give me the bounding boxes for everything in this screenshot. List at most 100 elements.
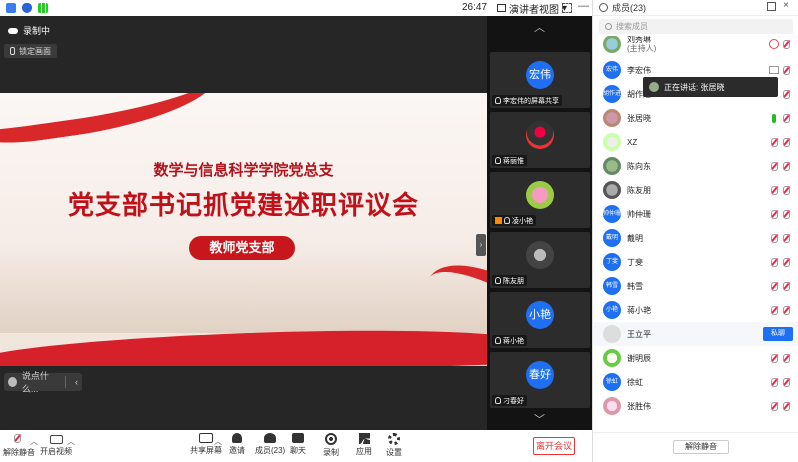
chevron-up-icon[interactable]: ︿ [30, 436, 38, 447]
video-tile[interactable]: 蒋丽惟 [490, 112, 590, 168]
member-name: XZ [627, 137, 638, 147]
camera-off-icon [781, 257, 791, 267]
add-user-icon [232, 433, 242, 443]
grid-icon [497, 4, 506, 12]
unmute-all-button[interactable]: 解除静音 [673, 440, 729, 454]
camera-off-icon [781, 113, 791, 123]
video-tile[interactable]: 陈友朋 [490, 232, 590, 288]
avatar [649, 82, 659, 92]
lock-label: 锁定画面 [19, 46, 51, 56]
strip-up-button[interactable]: ︿ [487, 18, 592, 38]
member-row[interactable]: 陈友朋 [593, 178, 798, 202]
member-search-input[interactable]: 搜索成员 [599, 19, 793, 34]
camera-off-icon [781, 353, 791, 363]
video-tile[interactable]: 宏伟 李宏伟的屏幕共享 [490, 52, 590, 108]
avatar [603, 157, 621, 175]
chevron-up-icon[interactable]: ︿ [214, 436, 222, 447]
member-name: 陈向东 [627, 161, 651, 171]
mic-off-icon [769, 305, 779, 315]
speaking-label: 正在讲话: 张居晓 [664, 82, 725, 92]
shield-icon[interactable] [22, 3, 32, 13]
panel-title: 成员(23) [612, 3, 647, 13]
member-name: 张胜伟 [627, 401, 651, 411]
comment-input[interactable]: 说点什么... ‹ [4, 371, 82, 394]
members-button[interactable]: 成员(23) [255, 433, 285, 456]
panel-footer: 解除静音 [593, 432, 798, 462]
avatar [603, 349, 621, 367]
mic-icon [495, 337, 501, 344]
video-tile[interactable]: 凌小艳 [490, 172, 590, 228]
search-placeholder: 搜索成员 [616, 22, 648, 31]
camera-off-icon [781, 377, 791, 387]
member-name: 帅仲珊 [627, 209, 651, 219]
mic-on-icon [772, 113, 776, 123]
camera-off-icon [49, 435, 63, 444]
avatar [603, 181, 621, 199]
camera-off-icon [781, 401, 791, 411]
member-name: 徐虹 [627, 377, 643, 387]
record-button[interactable]: 录制 [323, 433, 339, 458]
member-row[interactable]: 小艳 蒋小艳 [593, 298, 798, 322]
mic-off-icon [769, 401, 779, 411]
member-row[interactable]: 谢明辰 [593, 346, 798, 370]
member-row[interactable]: 张胜伟 [593, 394, 798, 418]
mic-off-icon [769, 377, 779, 387]
mic-off-icon [769, 161, 779, 171]
lock-view-button[interactable]: 锁定画面 [4, 44, 57, 58]
mic-icon [504, 217, 510, 224]
signal-icon[interactable] [38, 3, 48, 13]
leave-meeting-button[interactable]: 离开会议 [533, 437, 575, 455]
camera-off-icon [781, 209, 791, 219]
settings-button[interactable]: 设置 [386, 433, 402, 458]
camera-off-icon [781, 39, 791, 49]
camera-off-icon [781, 89, 791, 99]
tile-name: 李宏伟的屏幕共享 [492, 95, 562, 106]
member-name: 戴明 [627, 233, 643, 243]
member-row[interactable]: 王立平 私聊 [593, 322, 798, 346]
apps-button[interactable]: 应用 [356, 433, 372, 457]
meeting-timer: 26:47 [462, 2, 488, 13]
camera-off-icon [781, 305, 791, 315]
avatar: 宏伟 [526, 61, 554, 89]
chevron-left-icon[interactable]: ‹ [71, 377, 82, 387]
slide-org-label: 教师党支部 [189, 236, 295, 260]
member-row[interactable]: 戴明 戴明 [593, 226, 798, 250]
invite-button[interactable]: 邀请 [229, 433, 245, 456]
member-row[interactable]: 刘秀琳 (主持人) [593, 36, 798, 56]
slide-subtitle: 数学与信息科学学院党总支 [153, 161, 334, 179]
view-switch-button[interactable]: 演讲者视图 ▾ [497, 1, 567, 16]
pin-icon [10, 47, 15, 55]
private-chat-button[interactable]: 私聊 [763, 327, 793, 341]
chat-button[interactable]: 聊天 [290, 433, 306, 456]
member-name: 陈友朋 [627, 185, 651, 195]
tile-name: 刁春好 [492, 395, 527, 406]
collapse-strip-button[interactable]: › [476, 234, 486, 256]
top-bar: 26:47 演讲者视图 ▾ — [0, 0, 592, 16]
member-row[interactable]: 张居晓 [593, 106, 798, 130]
screen-share-icon [769, 66, 779, 74]
member-row[interactable]: 帅仲珊 帅仲珊 [593, 202, 798, 226]
chevron-up-icon[interactable]: ︿ [67, 436, 75, 447]
video-tile[interactable]: 小艳 蒋小艳 [490, 292, 590, 348]
member-name: 李宏伟 [627, 65, 651, 75]
emoji-icon[interactable] [8, 377, 17, 387]
minimize-icon[interactable]: — [578, 0, 589, 12]
info-icon[interactable] [6, 3, 16, 13]
member-row[interactable]: 韩雪 韩雪 [593, 274, 798, 298]
mic-off-icon [769, 281, 779, 291]
eye-icon [769, 39, 779, 49]
member-row[interactable]: 陈向东 [593, 154, 798, 178]
members-panel: 成员(23) × 搜索成员 刘秀琳 (主持人) 宏伟 李宏伟 胡作进 胡作进 张居… [592, 0, 798, 462]
member-row[interactable]: 徐虹 徐虹 [593, 370, 798, 394]
camera-off-icon [781, 137, 791, 147]
close-icon[interactable]: × [783, 0, 789, 11]
member-row[interactable]: 丁斐 丁斐 [593, 250, 798, 274]
strip-down-button[interactable]: ﹀ [487, 410, 592, 430]
fullscreen-icon[interactable] [562, 3, 572, 13]
tile-name: 陈友朋 [492, 275, 527, 286]
mic-off-icon [769, 257, 779, 267]
member-row[interactable]: XZ [593, 130, 798, 154]
search-icon [605, 23, 612, 30]
video-tile[interactable]: 春好 刁春好 [490, 352, 590, 408]
popout-icon[interactable] [767, 2, 776, 11]
